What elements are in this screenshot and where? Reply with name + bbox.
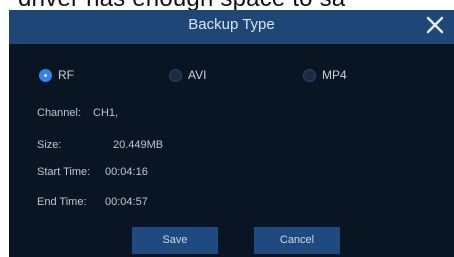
backup-type-dialog: Backup Type RF AVI MP4 Channel: CH1, Siz… xyxy=(9,10,454,257)
end-time-value: 00:04:57 xyxy=(105,196,148,208)
background-text: driver has enough space to sa xyxy=(18,0,345,10)
size-value: 20.449MB xyxy=(113,139,164,151)
dialog-body: RF AVI MP4 Channel: CH1, Size: 20.449MB … xyxy=(9,44,454,257)
close-button[interactable] xyxy=(424,14,446,36)
start-time-label: Start Time: xyxy=(37,166,91,178)
channel-label: Channel: xyxy=(37,107,82,119)
radio-button[interactable] xyxy=(303,68,316,82)
radio-button[interactable] xyxy=(169,68,182,82)
close-icon xyxy=(426,16,444,34)
start-time-value: 00:04:16 xyxy=(105,166,148,178)
radio-label-avi: AVI xyxy=(188,68,207,82)
radio-button-selected[interactable] xyxy=(39,68,52,82)
radio-avi[interactable]: AVI xyxy=(169,66,206,84)
dialog-title-bar: Backup Type xyxy=(9,10,454,44)
backup-format-group: RF AVI MP4 xyxy=(9,64,454,86)
channel-value: CH1, xyxy=(93,107,119,119)
dialog-title: Backup Type xyxy=(188,16,275,33)
cancel-button[interactable]: Cancel xyxy=(254,227,340,254)
size-label: Size: xyxy=(37,139,62,151)
end-time-label: End Time: xyxy=(37,196,87,208)
radio-mp4[interactable]: MP4 xyxy=(303,66,347,84)
radio-rf[interactable]: RF xyxy=(39,66,74,84)
save-button[interactable]: Save xyxy=(132,227,218,254)
background-text-fragment: driver has enough space to sa xyxy=(0,0,454,10)
radio-label-mp4: MP4 xyxy=(322,68,347,82)
radio-label-rf: RF xyxy=(58,68,74,82)
